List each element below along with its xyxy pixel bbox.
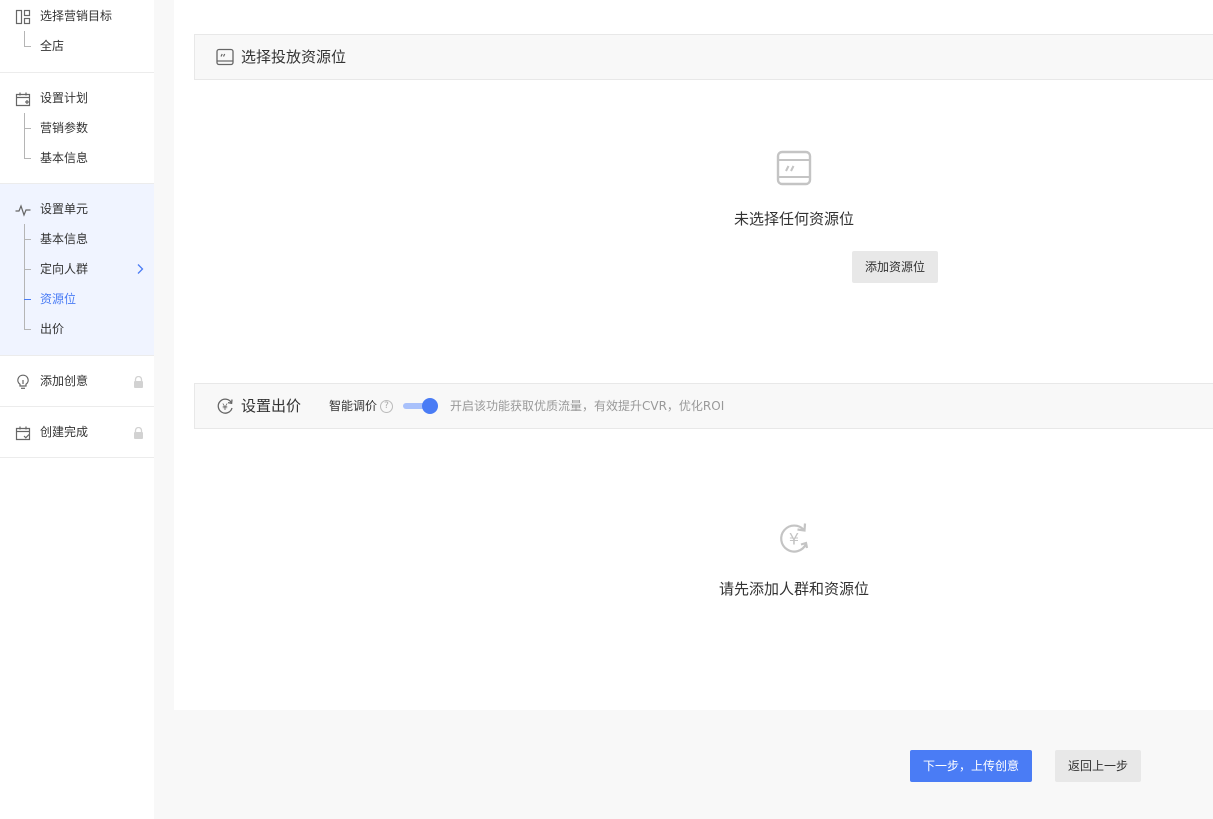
nav-sub-label: 营销参数: [40, 121, 89, 135]
layout-icon: [15, 9, 31, 25]
nav-sub-plan-basic-info[interactable]: 基本信息: [0, 143, 154, 173]
nav-step-creative-label: 添加创意: [40, 374, 89, 388]
nav-step-plan-label: 设置计划: [40, 91, 89, 105]
resource-empty-text: 未选择任何资源位: [733, 210, 855, 228]
calendar-plus-icon: [15, 92, 31, 107]
nav-sub-marketing-params[interactable]: 营销参数: [0, 113, 154, 143]
pulse-icon: [15, 204, 31, 217]
yuan-refresh-icon: ¥: [217, 398, 233, 414]
lock-icon: [134, 427, 143, 439]
nav-sub-label: 资源位: [40, 292, 77, 306]
resource-section-title: 选择投放资源位: [241, 48, 347, 66]
yuan-refresh-icon: ¥: [780, 523, 809, 553]
nav-step-goal[interactable]: 选择营销目标: [0, 1, 154, 31]
nav-sub-bid[interactable]: 出价: [0, 314, 154, 344]
bid-empty-text: 请先添加人群和资源位: [718, 580, 870, 598]
nav-sub-label: 定向人群: [40, 262, 89, 276]
nav-sub-unit-basic-info[interactable]: 基本信息: [0, 224, 154, 254]
nav-sub-label: 基本信息: [40, 232, 89, 246]
nav-sub-label: 基本信息: [40, 151, 89, 165]
add-resource-button[interactable]: 添加资源位: [852, 251, 938, 283]
nav-step-unit[interactable]: 设置单元: [0, 194, 154, 224]
smart-bid-toggle[interactable]: [401, 398, 439, 414]
nav-sub-label: 全店: [40, 39, 65, 53]
ad-slot-icon: [216, 48, 234, 66]
main-panel: 选择投放资源位 未选择任何资源位 添加资源位 ¥ 设置出价 智能调价 ? 开启该…: [174, 0, 1213, 710]
resource-section-header: 选择投放资源位: [194, 34, 1213, 80]
nav-group-done: 创建完成: [0, 407, 154, 458]
chevron-right-icon[interactable]: [134, 263, 146, 275]
nav-sub-all-store[interactable]: 全店: [0, 31, 154, 61]
calendar-check-icon: [15, 426, 31, 441]
nav-sub-resource[interactable]: 资源位: [0, 284, 154, 314]
lightbulb-icon: [17, 374, 29, 389]
svg-text:¥: ¥: [789, 530, 799, 549]
nav-group-plan: 设置计划 营销参数 基本信息: [0, 73, 154, 184]
sidebar: 选择营销目标 全店 设置计划 营销参数 基本信息 设置单元 基本信息 定向人群 …: [0, 0, 154, 819]
nav-sub-targeting[interactable]: 定向人群: [0, 254, 154, 284]
ad-slot-icon: [776, 150, 812, 186]
nav-step-done[interactable]: 创建完成: [0, 417, 154, 447]
nav-group-goal: 选择营销目标 全店: [0, 0, 154, 73]
smart-bid-label: 智能调价: [329, 399, 378, 413]
nav-step-creative[interactable]: 添加创意: [0, 366, 154, 396]
nav-sub-label: 出价: [40, 322, 65, 336]
nav-step-goal-label: 选择营销目标: [40, 9, 113, 23]
nav-step-plan[interactable]: 设置计划: [0, 83, 154, 113]
nav-step-unit-label: 设置单元: [40, 202, 89, 216]
help-icon[interactable]: ?: [380, 400, 393, 413]
nav-step-done-label: 创建完成: [40, 425, 89, 439]
nav-group-unit: 设置单元 基本信息 定向人群 资源位 出价: [0, 184, 154, 356]
smart-bid-hint: 开启该功能获取优质流量，有效提升CVR，优化ROI: [450, 399, 725, 413]
toggle-knob: [422, 398, 438, 414]
nav-group-creative: 添加创意: [0, 356, 154, 407]
bid-section-header: ¥ 设置出价 智能调价 ? 开启该功能获取优质流量，有效提升CVR，优化ROI: [194, 383, 1213, 429]
next-step-button[interactable]: 下一步，上传创意: [910, 750, 1032, 782]
bid-section-title: 设置出价: [241, 397, 302, 415]
lock-icon: [134, 376, 143, 388]
back-button[interactable]: 返回上一步: [1055, 750, 1141, 782]
svg-text:¥: ¥: [222, 403, 228, 413]
